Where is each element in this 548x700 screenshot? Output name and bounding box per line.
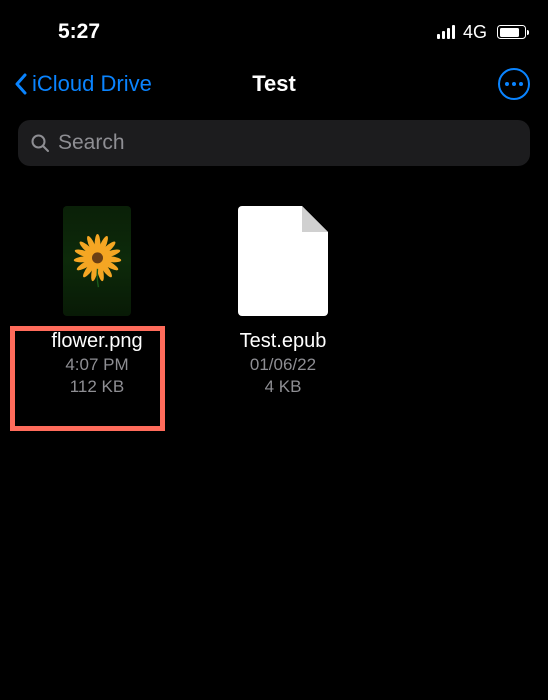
file-item[interactable]: flower.png 4:07 PM 112 KB [22,206,172,397]
file-thumbnail [238,206,328,316]
search-icon [30,133,50,153]
more-button[interactable] [498,68,530,100]
chevron-left-icon [14,73,28,95]
search-placeholder: Search [58,131,125,155]
battery-icon [497,25,526,39]
file-item[interactable]: Test.epub 01/06/22 4 KB [208,206,358,397]
file-name: Test.epub [240,330,327,353]
file-thumbnail [63,206,131,316]
status-icons: 4G [437,22,526,43]
status-time: 5:27 [58,20,100,44]
nav-bar: iCloud Drive Test [0,50,548,114]
file-name: flower.png [51,330,142,353]
file-time: 01/06/22 [250,355,316,375]
page-title: Test [252,71,296,97]
files-grid: flower.png 4:07 PM 112 KB Test.epub 01/0… [0,166,548,397]
back-button[interactable]: iCloud Drive [14,71,152,97]
file-time: 4:07 PM [65,355,128,375]
page-fold-icon [302,206,328,232]
network-label: 4G [463,22,487,43]
back-label: iCloud Drive [32,71,152,97]
search-input[interactable]: Search [18,120,530,166]
file-size: 4 KB [265,377,302,397]
status-bar: 5:27 4G [0,0,548,50]
signal-icon [437,25,455,39]
file-size: 112 KB [70,377,125,397]
